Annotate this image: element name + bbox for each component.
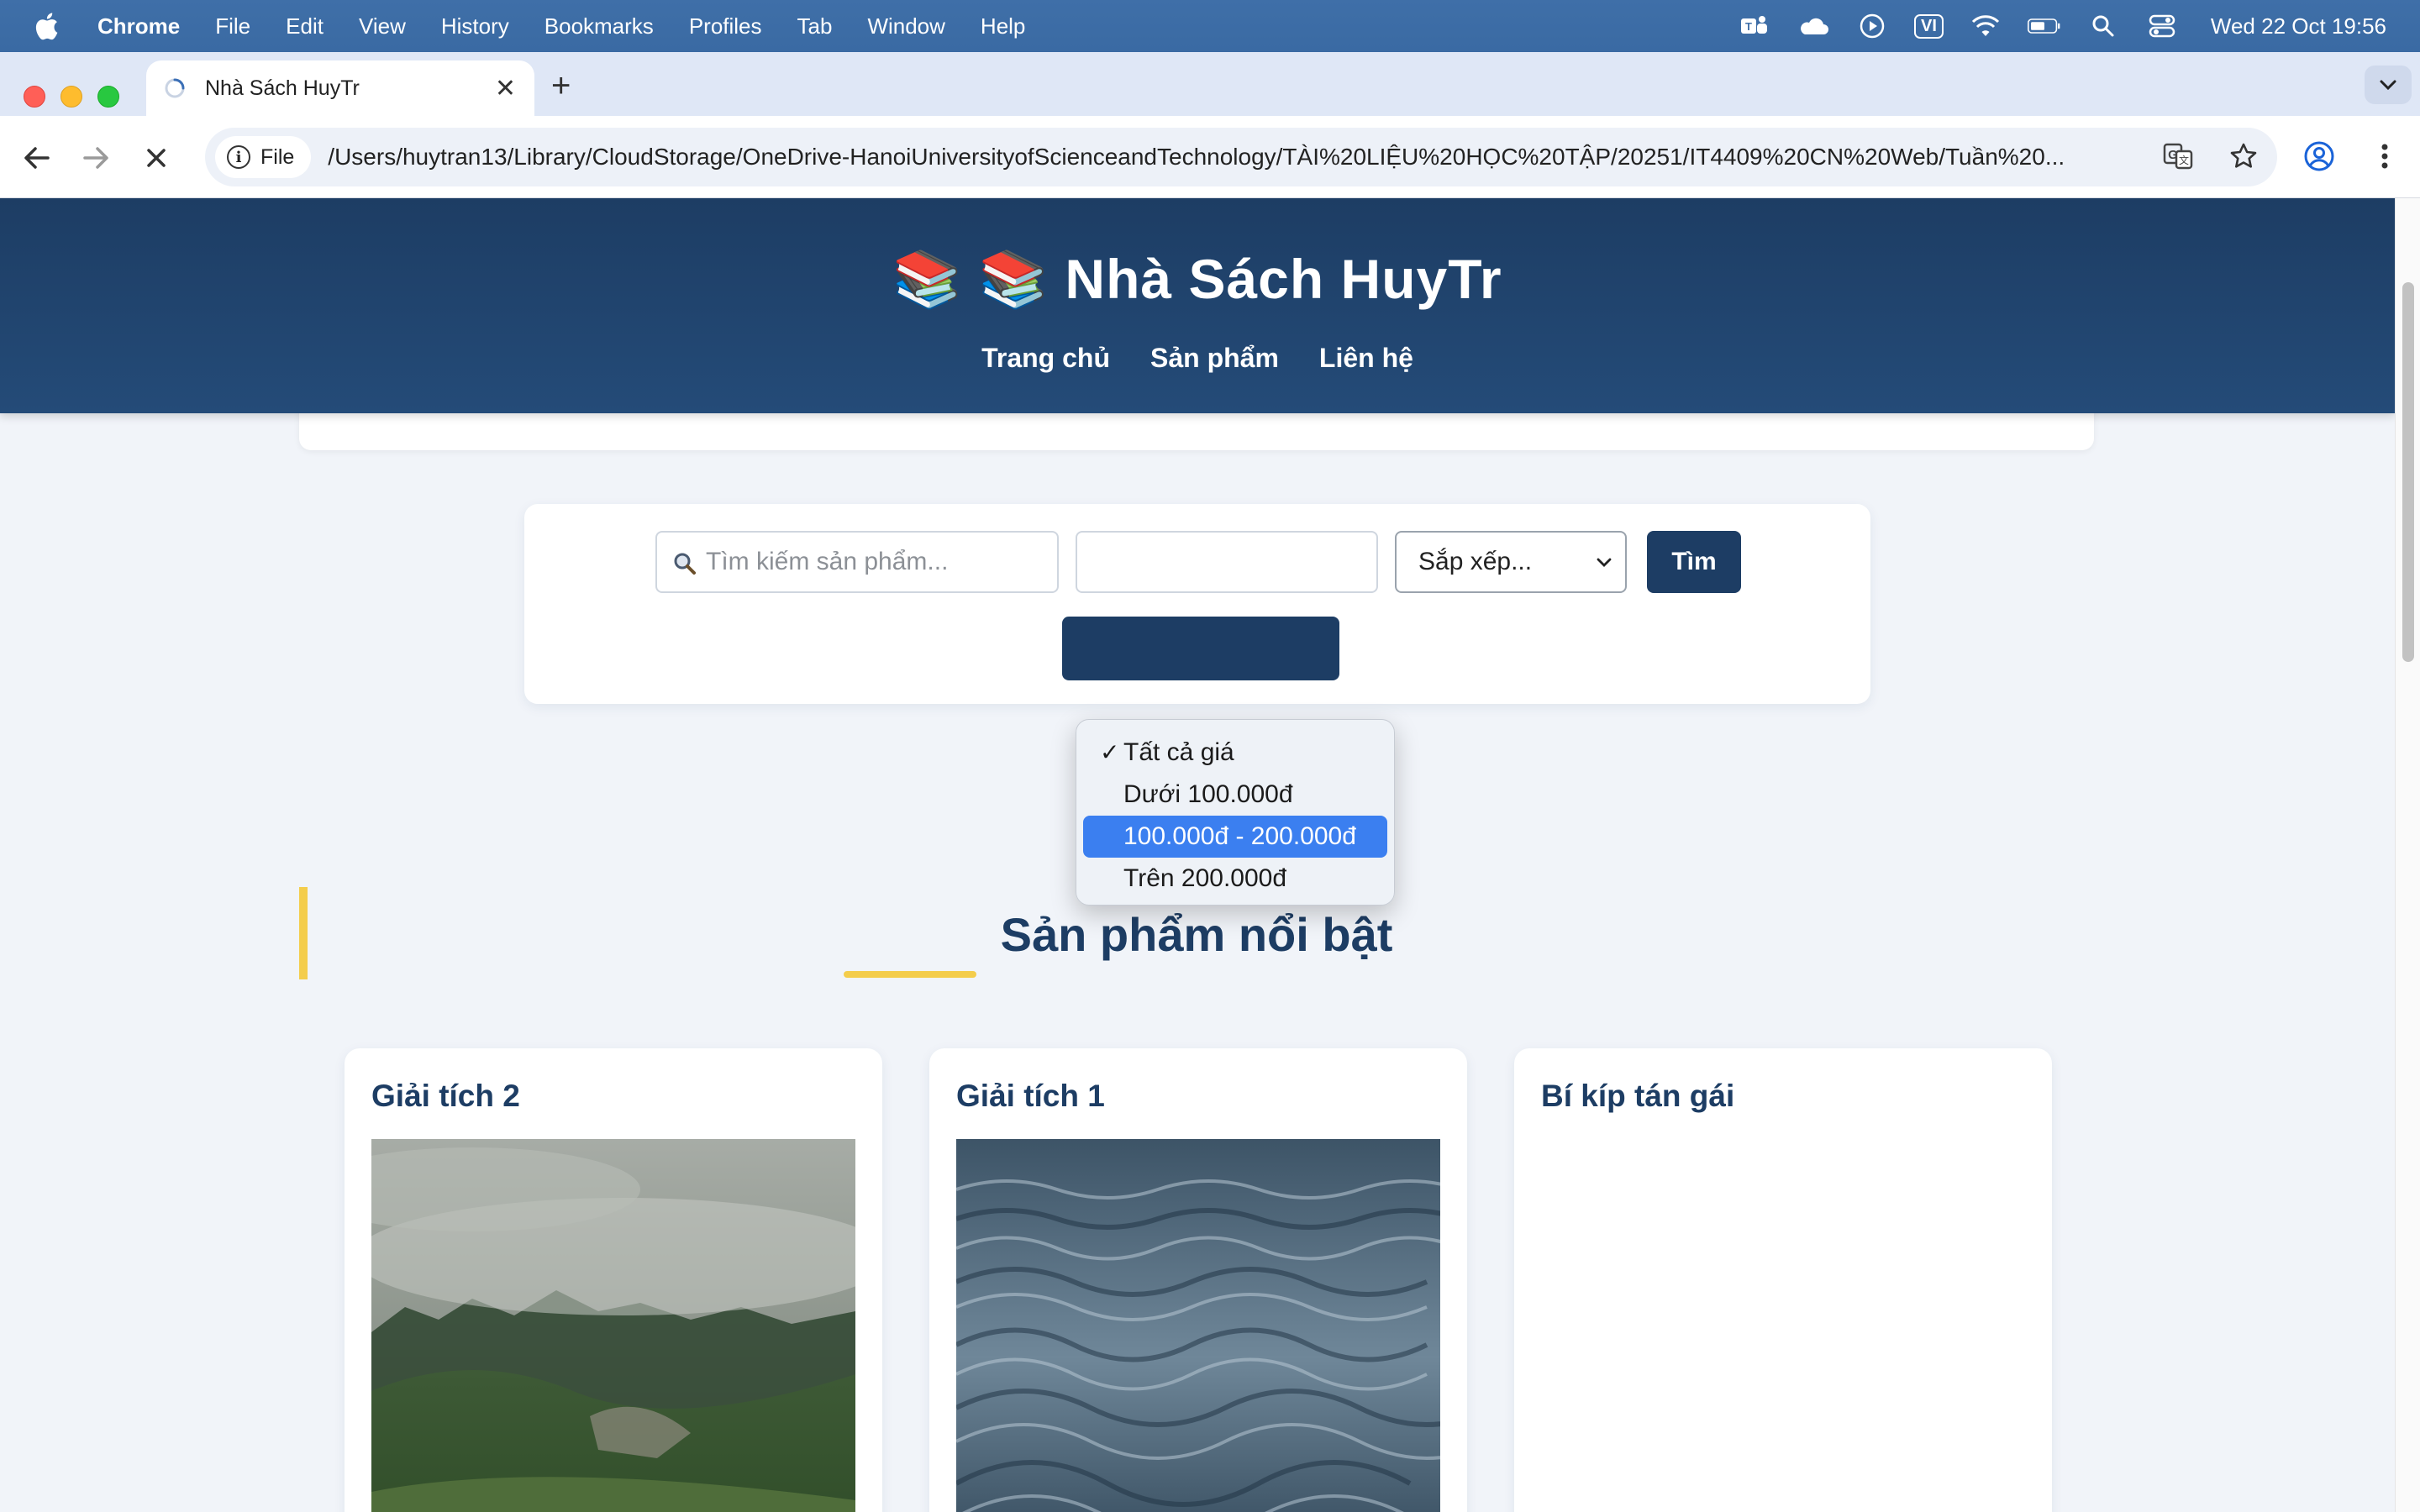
- window-zoom-button[interactable]: [97, 86, 119, 108]
- menu-help[interactable]: Help: [981, 13, 1025, 39]
- title-underline: [844, 971, 976, 978]
- bookmark-star-icon[interactable]: [2227, 139, 2260, 173]
- svg-text:文: 文: [2179, 154, 2189, 166]
- product-name[interactable]: Giải tích 2: [371, 1079, 520, 1114]
- translate-icon[interactable]: G文: [2161, 139, 2195, 173]
- svg-text:T: T: [1745, 20, 1752, 33]
- filter-apply-button[interactable]: [1062, 617, 1339, 680]
- site-nav: Trang chủ Sản phẩm Liên hệ: [0, 343, 2395, 374]
- chrome-menu-icon[interactable]: [2368, 139, 2402, 173]
- teams-icon[interactable]: T: [1738, 9, 1771, 43]
- product-name[interactable]: Bí kíp tán gái: [1541, 1079, 1734, 1114]
- media-play-icon[interactable]: [1855, 9, 1889, 43]
- page-viewport[interactable]: 📚 📚 Nhà Sách HuyTr Trang chủ Sản phẩm Li…: [0, 198, 2395, 1512]
- price-option-100k-200k[interactable]: 100.000đ - 200.000đ: [1083, 816, 1387, 858]
- menu-tab[interactable]: Tab: [797, 13, 833, 39]
- browser-toolbar: i File /Users/huytran13/Library/CloudSto…: [0, 116, 2420, 198]
- product-card[interactable]: Bí kíp tán gái: [1514, 1048, 2052, 1512]
- loading-favicon-icon: [165, 78, 185, 98]
- product-card[interactable]: Giải tích 2: [345, 1048, 882, 1512]
- option-label: Tất cả giá: [1123, 738, 1234, 766]
- spotlight-search-icon[interactable]: [2086, 9, 2120, 43]
- browser-tab-active[interactable]: Nhà Sách HuyTr ✕: [146, 60, 534, 116]
- omnibox-actions: G文: [2161, 139, 2260, 173]
- apple-menu-icon[interactable]: [34, 12, 59, 40]
- site-title: 📚 📚 Nhà Sách HuyTr: [892, 248, 1502, 310]
- menu-edit[interactable]: Edit: [286, 13, 324, 39]
- menubar-status-area: T VI Wed 22 Oct 19:56: [1738, 0, 2386, 52]
- window-minimize-button[interactable]: [60, 86, 82, 108]
- product-name[interactable]: Giải tích 1: [956, 1079, 1105, 1114]
- sort-select[interactable]: Sắp xếp...: [1395, 531, 1627, 593]
- price-option-all[interactable]: ✓ Tất cả giá: [1083, 732, 1387, 774]
- url-text[interactable]: /Users/huytran13/Library/CloudStorage/On…: [328, 144, 2277, 171]
- forward-arrow-icon[interactable]: [77, 139, 114, 176]
- option-label: 100.000đ - 200.000đ: [1123, 822, 1356, 850]
- scrollbar-thumb[interactable]: [2402, 282, 2414, 662]
- input-source-badge[interactable]: VI: [1914, 13, 1944, 39]
- nav-link-contact[interactable]: Liên hệ: [1319, 343, 1413, 374]
- price-filter-select[interactable]: [1076, 531, 1378, 593]
- control-center-icon[interactable]: [2145, 9, 2179, 43]
- product-image-misty-forest[interactable]: [371, 1139, 855, 1512]
- info-icon: i: [227, 145, 250, 169]
- menu-bookmarks[interactable]: Bookmarks: [544, 13, 654, 39]
- featured-title: Sản phẩm nổi bật: [1000, 908, 1393, 961]
- profile-avatar-icon[interactable]: [2302, 139, 2336, 173]
- tab-title: Nhà Sách HuyTr: [205, 76, 360, 100]
- onedrive-icon[interactable]: [1797, 9, 1830, 43]
- menu-file[interactable]: File: [215, 13, 250, 39]
- sort-select-value: Sắp xếp...: [1418, 548, 1533, 575]
- option-label: Dưới 100.000đ: [1123, 780, 1293, 808]
- product-card[interactable]: Giải tích 1: [929, 1048, 1467, 1512]
- nav-link-home[interactable]: Trang chủ: [981, 343, 1110, 374]
- menu-history[interactable]: History: [441, 13, 509, 39]
- menu-window[interactable]: Window: [867, 13, 944, 39]
- chevron-down-icon: [1597, 558, 1612, 567]
- back-arrow-icon[interactable]: [18, 139, 55, 176]
- new-tab-button[interactable]: +: [551, 67, 571, 105]
- product-search-input[interactable]: [655, 531, 1059, 593]
- filter-panel: Sắp xếp... Tìm: [524, 504, 1870, 704]
- site-info-chip[interactable]: i File: [215, 136, 312, 178]
- option-label: Trên 200.000đ: [1123, 864, 1287, 892]
- menu-view[interactable]: View: [359, 13, 406, 39]
- menubar-clock[interactable]: Wed 22 Oct 19:56: [2211, 13, 2386, 39]
- price-option-under-100k[interactable]: Dưới 100.000đ: [1083, 774, 1387, 816]
- site-chip-label: File: [260, 144, 295, 169]
- macos-menubar: Chrome File Edit View History Bookmarks …: [0, 0, 2420, 52]
- menu-profiles[interactable]: Profiles: [689, 13, 762, 39]
- checkmark-icon: ✓: [1100, 739, 1120, 765]
- wifi-icon[interactable]: [1969, 9, 2002, 43]
- product-image-ocean-water[interactable]: [956, 1139, 1440, 1512]
- price-option-over-200k[interactable]: Trên 200.000đ: [1083, 858, 1387, 900]
- nav-link-products[interactable]: Sản phẩm: [1150, 343, 1279, 374]
- magnifier-icon: [674, 553, 696, 575]
- stop-loading-icon[interactable]: [138, 139, 175, 176]
- menu-app-name[interactable]: Chrome: [97, 13, 180, 39]
- tab-strip: Nhà Sách HuyTr ✕ +: [0, 52, 2420, 116]
- tab-search-dropdown-button[interactable]: [2365, 66, 2412, 104]
- search-button[interactable]: Tìm: [1647, 531, 1741, 593]
- battery-icon[interactable]: [2027, 9, 2061, 43]
- window-close-button[interactable]: [24, 86, 45, 108]
- address-bar[interactable]: i File /Users/huytran13/Library/CloudSto…: [205, 128, 2277, 186]
- price-filter-dropdown: ✓ Tất cả giá Dưới 100.000đ 100.000đ - 20…: [1076, 719, 1395, 906]
- page-scrollbar[interactable]: [2395, 198, 2420, 1512]
- tab-close-icon[interactable]: ✕: [495, 74, 516, 103]
- site-header: 📚 📚 Nhà Sách HuyTr Trang chủ Sản phẩm Li…: [0, 198, 2395, 413]
